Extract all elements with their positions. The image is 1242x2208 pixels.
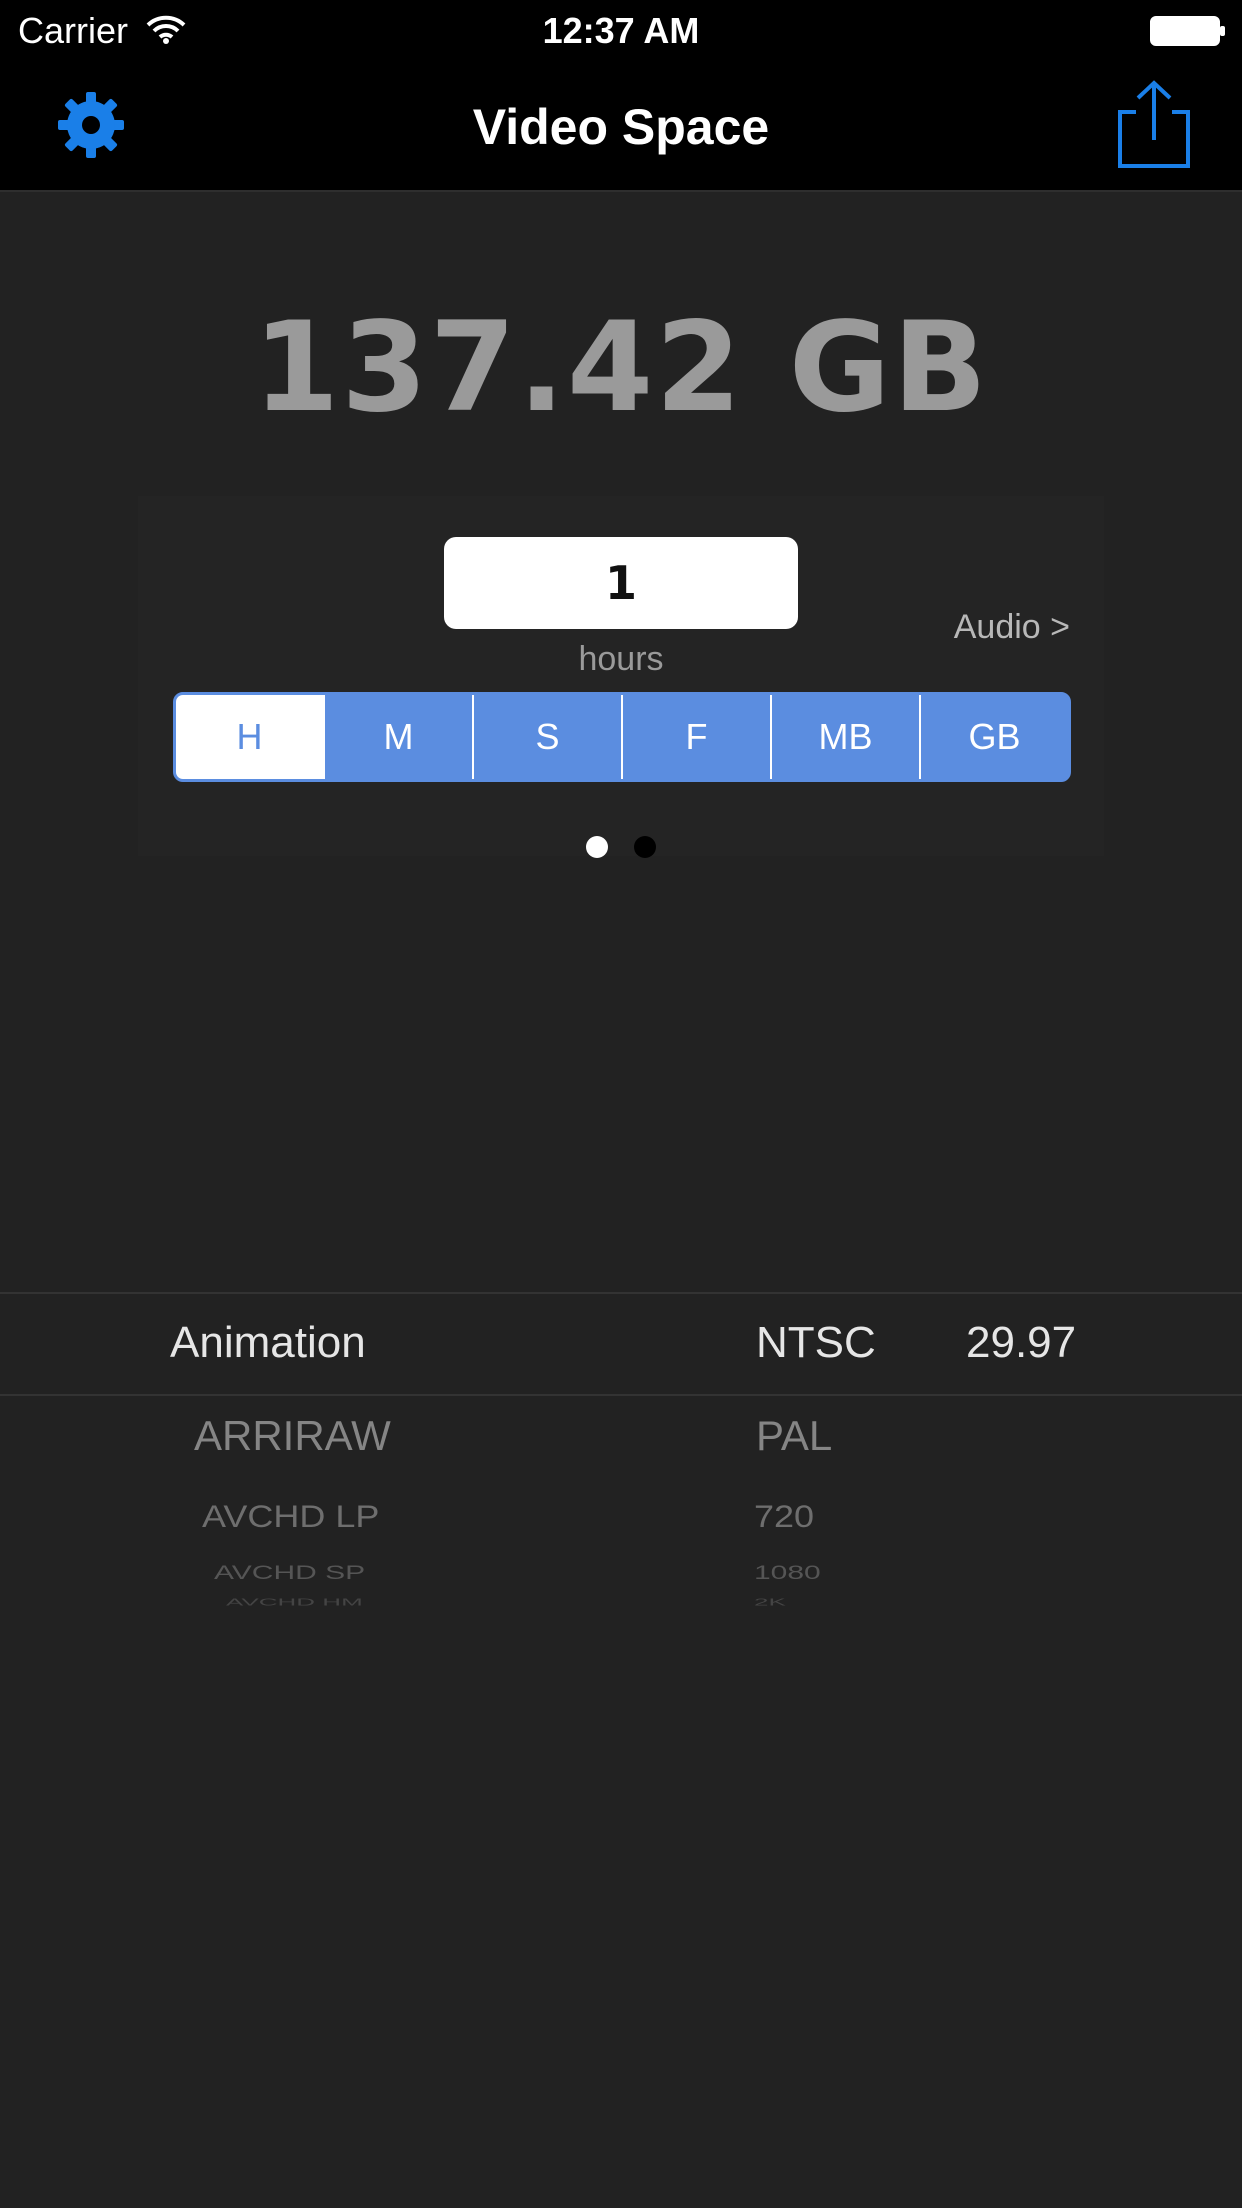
- segment-minutes[interactable]: M: [323, 695, 472, 779]
- page-dot[interactable]: [634, 836, 656, 858]
- segment-hours[interactable]: H: [176, 695, 323, 779]
- picker-format-selected[interactable]: Animation: [170, 1318, 366, 1368]
- duration-input[interactable]: [444, 537, 798, 629]
- page-dot-active[interactable]: [586, 836, 608, 858]
- page-title: Video Space: [472, 99, 770, 155]
- unit-label: hours: [578, 640, 664, 678]
- picker-format-option[interactable]: AVCHD HM: [226, 1596, 363, 1608]
- battery-icon: [1150, 16, 1225, 46]
- segment-seconds[interactable]: S: [472, 695, 621, 779]
- picker-frame-rate[interactable]: 29.97: [966, 1318, 1076, 1368]
- navigation-bar: Video Space: [0, 62, 1242, 192]
- segment-frames[interactable]: F: [621, 695, 770, 779]
- audio-link[interactable]: Audio >: [900, 608, 1070, 647]
- clock: 12:37 AM: [542, 10, 700, 51]
- picker-format-option[interactable]: AVCHD LP: [202, 1498, 379, 1535]
- picker-format-option[interactable]: ARRIRAW: [194, 1412, 391, 1460]
- picker-standard-option[interactable]: 1080: [754, 1562, 821, 1584]
- share-icon[interactable]: [1114, 80, 1194, 172]
- status-bar: Carrier 12:37 AM: [0, 0, 1242, 62]
- segment-gigabytes[interactable]: GB: [919, 695, 1068, 779]
- unit-segmented-control: H M S F MB GB: [173, 692, 1071, 782]
- picker-standard-option[interactable]: 2K: [754, 1596, 786, 1608]
- page-control[interactable]: [586, 836, 656, 858]
- format-picker[interactable]: Animation NTSC 29.97 ARRIRAW PAL AVCHD L…: [0, 1292, 1242, 1612]
- total-size-readout: 137.42 GB: [253, 296, 989, 440]
- picker-standard-selected[interactable]: NTSC: [756, 1318, 876, 1368]
- segment-megabytes[interactable]: MB: [770, 695, 919, 779]
- picker-standard-option[interactable]: 720: [754, 1498, 814, 1535]
- picker-format-option[interactable]: AVCHD SP: [214, 1562, 365, 1584]
- picker-standard-option[interactable]: PAL: [756, 1412, 832, 1460]
